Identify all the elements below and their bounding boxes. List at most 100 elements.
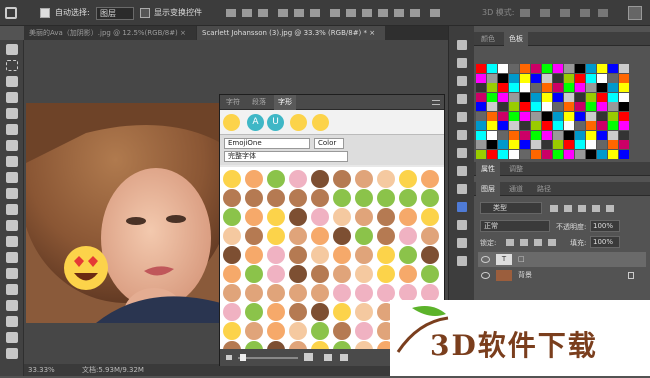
document-image[interactable] — [26, 103, 221, 323]
brush-preset-icon[interactable] — [457, 76, 467, 86]
swatch[interactable] — [553, 140, 563, 149]
glyph-cell[interactable] — [355, 170, 373, 188]
eyedropper-tool-icon[interactable] — [6, 124, 18, 135]
glyph-cell[interactable] — [311, 303, 329, 321]
quick-select-tool-icon[interactable] — [6, 92, 18, 103]
glyph-cell[interactable] — [267, 322, 285, 340]
swatch[interactable] — [476, 121, 486, 130]
swatch[interactable] — [553, 83, 563, 92]
swatch[interactable] — [498, 83, 508, 92]
swatch[interactable] — [619, 92, 629, 102]
swatch[interactable] — [564, 111, 574, 121]
swatch[interactable] — [586, 121, 596, 130]
swatch[interactable] — [531, 102, 541, 111]
glyph-cell[interactable] — [311, 227, 329, 245]
swatch[interactable] — [498, 102, 508, 111]
swatch[interactable] — [619, 102, 629, 111]
swatch[interactable] — [476, 73, 486, 83]
font-family-select[interactable]: EmojiOne — [224, 138, 310, 149]
swatch[interactable] — [586, 149, 596, 159]
filter-shape-icon[interactable] — [592, 205, 600, 212]
glyph-cell[interactable] — [245, 341, 263, 349]
glyph-cell[interactable] — [245, 189, 263, 207]
glyph-cell[interactable] — [421, 189, 439, 207]
gradient-tool-icon[interactable] — [6, 220, 18, 231]
swatch[interactable] — [608, 149, 618, 159]
swatch[interactable] — [542, 83, 552, 92]
lock-pixels-icon[interactable] — [506, 239, 514, 246]
glyph-cell[interactable] — [311, 189, 329, 207]
zoom-in-glyphs-icon[interactable] — [340, 354, 348, 361]
swatch[interactable] — [542, 121, 552, 130]
glyph-cell[interactable] — [223, 265, 241, 283]
zoom-out-glyphs-icon[interactable] — [324, 354, 332, 361]
glyph-cell[interactable] — [289, 170, 307, 188]
swatch[interactable] — [520, 121, 530, 130]
swatch[interactable] — [608, 121, 618, 130]
glyph-cell[interactable] — [289, 303, 307, 321]
swatch[interactable] — [564, 130, 574, 140]
auto-select-checkbox[interactable] — [40, 8, 50, 18]
swatch[interactable] — [476, 149, 486, 159]
swatch[interactable] — [575, 102, 585, 111]
clone-stamp-tool-icon[interactable] — [6, 172, 18, 183]
notes-panel-icon[interactable] — [457, 238, 467, 248]
glyph-cell[interactable] — [421, 227, 439, 245]
glyph-cell[interactable] — [333, 208, 351, 226]
swatch[interactable] — [509, 130, 519, 140]
glyph-cell[interactable] — [267, 189, 285, 207]
doc-tab-2[interactable]: Scarlett Johansson (3).jpg @ 33.3% (RGB/… — [197, 26, 385, 40]
glyph-cell[interactable] — [377, 265, 395, 283]
auto-align-icon[interactable] — [430, 9, 440, 17]
path-select-tool-icon[interactable] — [6, 300, 18, 311]
swatch[interactable] — [520, 83, 530, 92]
swatch[interactable] — [531, 111, 541, 121]
measurement-panel-icon[interactable] — [457, 220, 467, 230]
swatch[interactable] — [597, 102, 607, 111]
glyph-cell[interactable] — [399, 227, 417, 245]
swatch[interactable] — [619, 111, 629, 121]
glyph-cell[interactable] — [377, 208, 395, 226]
distribute-vcenter-icon[interactable] — [346, 9, 356, 17]
swatch[interactable] — [564, 149, 574, 159]
swatch[interactable] — [553, 111, 563, 121]
swatch[interactable] — [487, 73, 497, 83]
glyph-cell[interactable] — [245, 322, 263, 340]
swatch[interactable] — [586, 83, 596, 92]
swatch[interactable] — [531, 149, 541, 159]
swatch[interactable] — [520, 64, 530, 73]
glyph-cell[interactable] — [355, 189, 373, 207]
align-vcenter-icon[interactable] — [242, 9, 252, 17]
paragraph-panel-icon[interactable] — [457, 148, 467, 158]
glyph-cell[interactable] — [245, 246, 263, 264]
swatch[interactable] — [520, 140, 530, 149]
tab-properties[interactable]: 属性 — [476, 162, 500, 176]
filter-smart-object-icon[interactable] — [606, 205, 614, 212]
tool-presets-icon[interactable] — [457, 112, 467, 122]
glyph-cell[interactable] — [223, 322, 241, 340]
glyphs-panel-icon[interactable] — [457, 166, 467, 176]
swatch[interactable] — [520, 149, 530, 159]
swatch[interactable] — [608, 102, 618, 111]
lock-all-icon[interactable] — [548, 239, 556, 246]
swatch[interactable] — [608, 111, 618, 121]
swatch[interactable] — [619, 130, 629, 140]
glyph-cell[interactable] — [223, 284, 241, 302]
glyph-cell[interactable] — [333, 189, 351, 207]
brush-tool-icon[interactable] — [6, 156, 18, 167]
swatch[interactable] — [542, 130, 552, 140]
glyph-cell[interactable] — [267, 208, 285, 226]
glyph-cell[interactable] — [311, 246, 329, 264]
tab-color[interactable]: 颜色 — [476, 32, 500, 46]
orbit-3d-icon[interactable] — [520, 9, 530, 17]
glyph-cell[interactable] — [377, 189, 395, 207]
recent-letter-a[interactable]: A — [247, 114, 264, 131]
swatch[interactable] — [509, 149, 519, 159]
glyph-filter-select[interactable]: 完整字体 — [224, 151, 348, 162]
glyph-cell[interactable] — [289, 208, 307, 226]
filter-type-icon[interactable] — [578, 205, 586, 212]
glyph-cell[interactable] — [267, 170, 285, 188]
swatch[interactable] — [498, 121, 508, 130]
glyph-cell[interactable] — [399, 246, 417, 264]
recent-letter-u[interactable]: U — [267, 114, 284, 131]
